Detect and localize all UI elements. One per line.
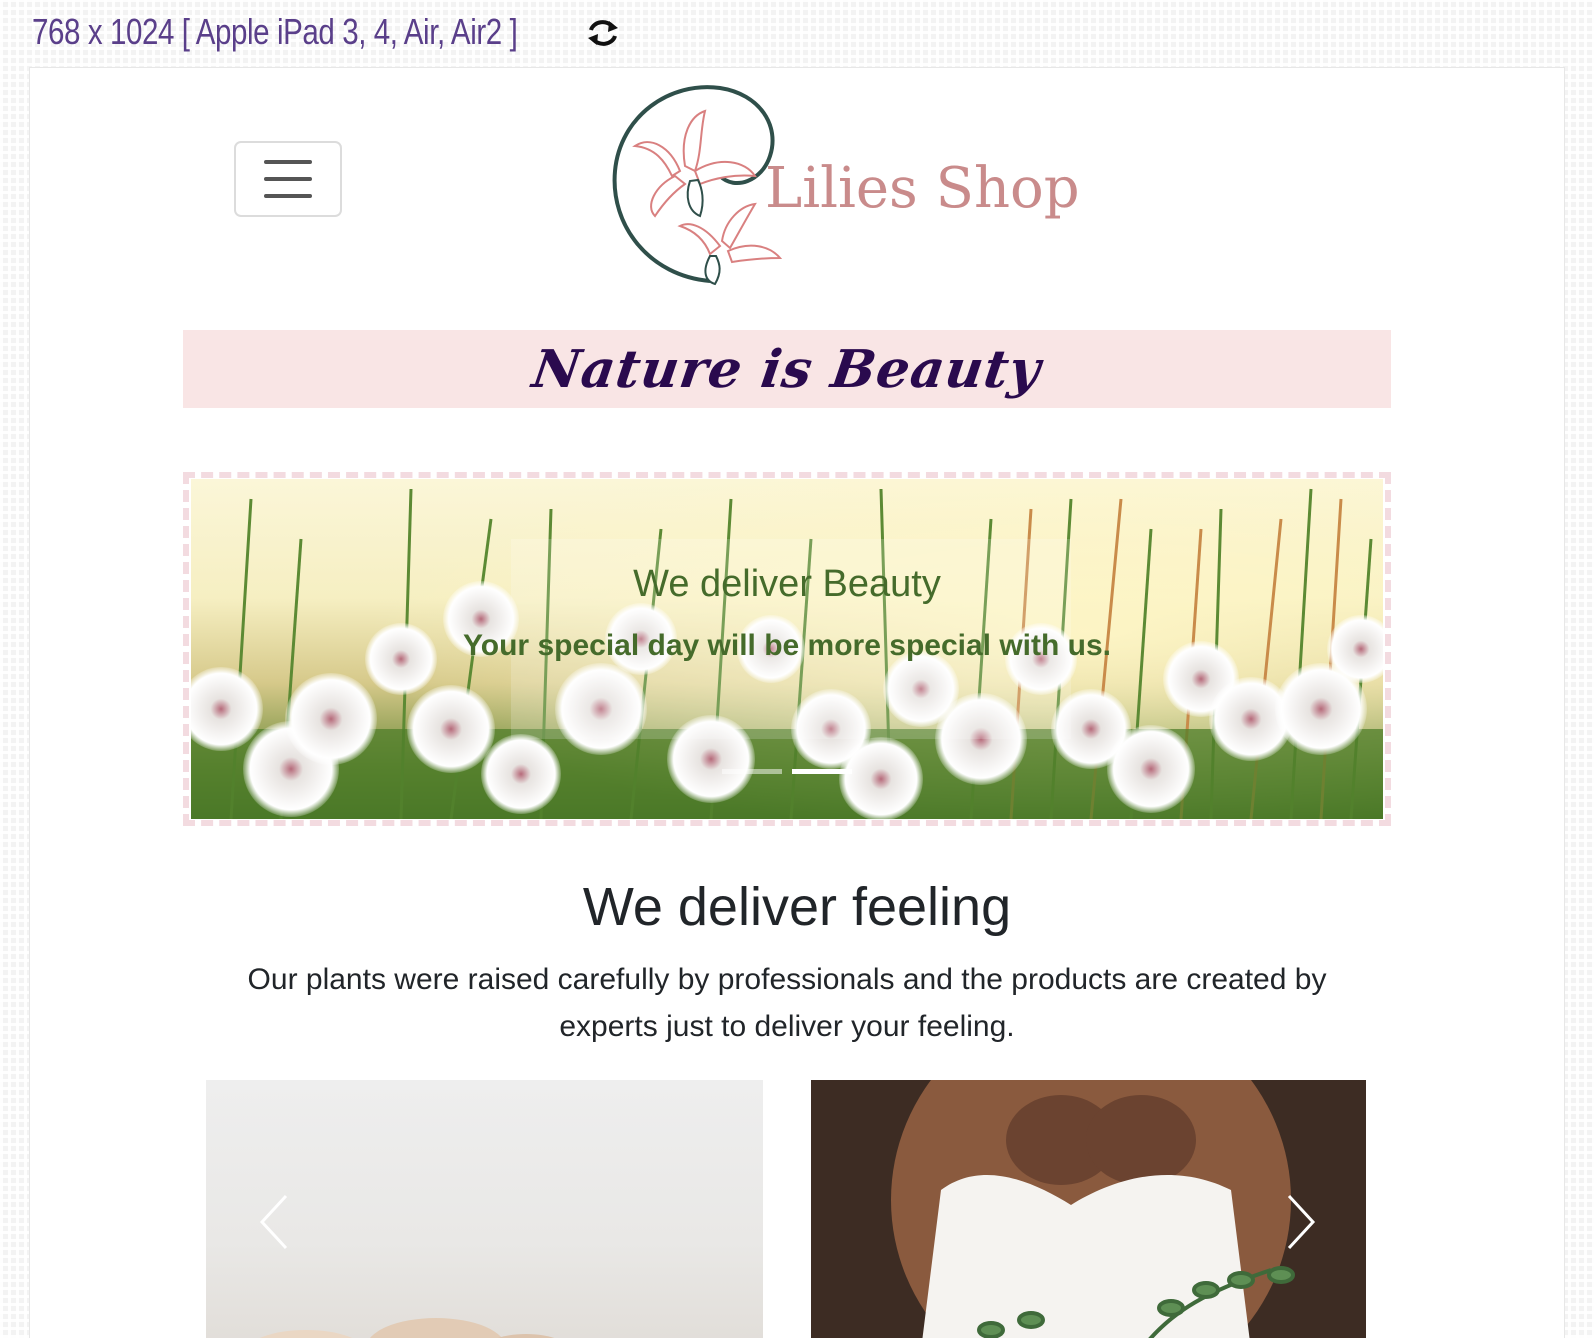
hamburger-menu-icon bbox=[264, 177, 312, 181]
hamburger-menu-icon bbox=[264, 194, 312, 198]
slogan-banner: Nature is Beauty bbox=[183, 330, 1391, 408]
carousel-indicator-1[interactable] bbox=[722, 769, 782, 774]
slogan-text: Nature is Beauty bbox=[528, 338, 1046, 400]
carousel-prev-icon[interactable] bbox=[254, 1192, 294, 1252]
hamburger-menu-icon bbox=[264, 160, 312, 164]
hero-carousel[interactable]: We deliver Beauty Your special day will … bbox=[191, 479, 1383, 819]
brand-logo[interactable]: Lilies Shop bbox=[610, 76, 1080, 291]
device-toolbar: 768 x 1024 [ Apple iPad 3, 4, Air, Air2 … bbox=[0, 0, 1594, 64]
product-image-flowers[interactable] bbox=[206, 1080, 763, 1338]
carousel-indicator-2[interactable] bbox=[792, 769, 852, 774]
device-size-label: 768 x 1024 [ Apple iPad 3, 4, Air, Air2 … bbox=[32, 11, 518, 52]
carousel-next-icon[interactable] bbox=[1281, 1192, 1321, 1252]
carousel-indicators bbox=[722, 769, 852, 774]
brand-name: Lilies Shop bbox=[765, 156, 1080, 221]
section-title: We deliver feeling bbox=[582, 877, 1012, 937]
rotate-icon bbox=[588, 20, 618, 46]
product-image-bride[interactable] bbox=[811, 1080, 1366, 1338]
carousel-caption-subtitle: Your special day will be more special wi… bbox=[463, 629, 1111, 662]
rotate-button[interactable] bbox=[584, 14, 622, 52]
navbar-toggle-button[interactable] bbox=[234, 141, 342, 217]
section-description: Our plants were raised carefully by prof… bbox=[247, 963, 1327, 1043]
carousel-caption-title: We deliver Beauty bbox=[633, 563, 941, 605]
device-viewport: Lilies Shop Nature is Beauty We deliver … bbox=[30, 68, 1564, 1338]
